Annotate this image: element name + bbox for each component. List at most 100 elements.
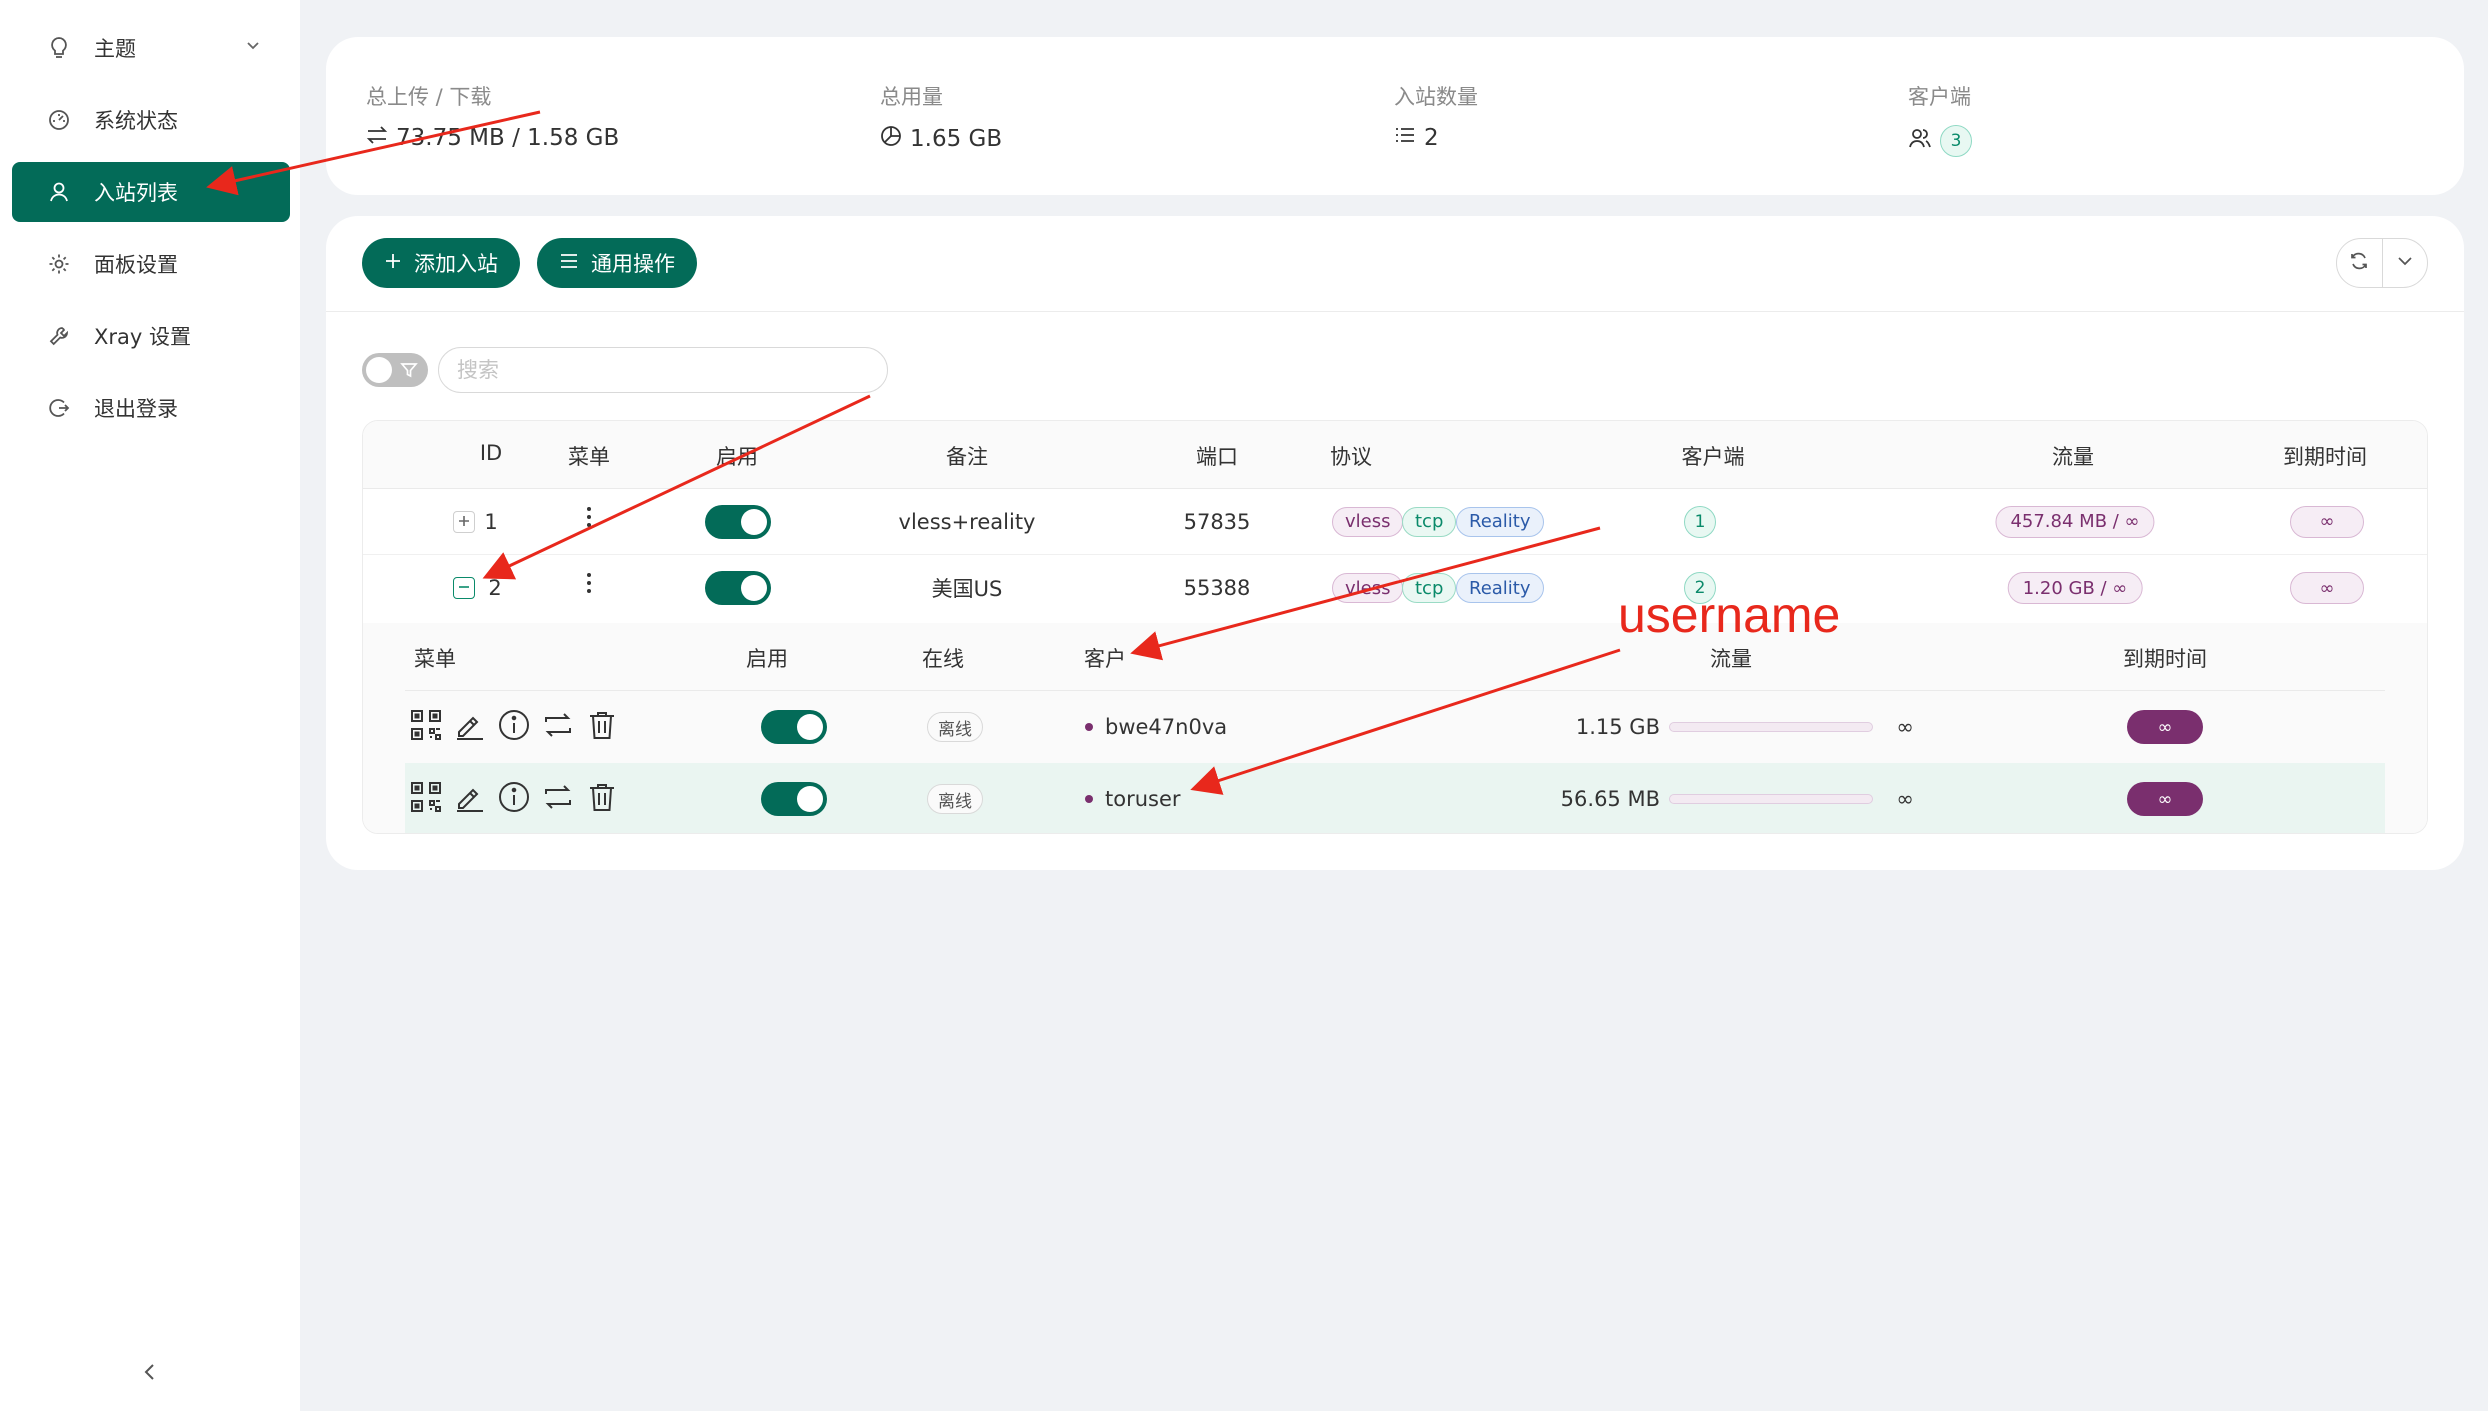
column-header-protocol: 协议 [1330,445,1372,469]
enable-switch[interactable] [705,571,771,605]
row-remark: vless+reality [898,509,1036,534]
sidebar-item-panel-settings[interactable]: 面板设置 [12,234,290,294]
column-header-id: ID [479,441,503,465]
sidebar-item-xray-settings[interactable]: Xray 设置 [12,306,290,366]
column-header-port: 端口 [1196,445,1238,469]
stat-upload-download: 总上传 / 下载 73.75 MB / 1.58 GB [366,81,619,151]
sidebar-item-label: 面板设置 [94,253,178,277]
stat-label: 客户端 [1908,85,1971,109]
filter-toggle[interactable] [362,353,428,387]
toggle-knob [366,357,392,383]
inbounds-table: ID 菜单 启用 备注 端口 协议 客户端 流量 到期时间 1 vless+re… [362,420,2428,834]
expiry-badge: ∞ [2127,710,2203,744]
client-dot [1085,723,1093,731]
chevron-left-icon[interactable] [138,1360,162,1384]
expand-row-button[interactable] [453,511,475,533]
sidebar-item-inbounds[interactable]: 入站列表 [12,162,290,222]
client-traffic: 56.65 MB [1560,787,1660,811]
refresh-button[interactable] [2337,239,2382,287]
filter-icon [400,361,418,383]
general-actions-label: 通用操作 [591,252,675,276]
refresh-icon [2349,251,2369,275]
more-vertical-icon[interactable] [586,571,592,599]
reset-traffic-icon[interactable] [541,780,575,818]
collapse-row-button[interactable] [453,577,475,599]
clients-count-badge: 1 [1684,505,1716,538]
expiry-tag: ∞ [2290,572,2364,604]
tool-icon [46,323,72,349]
expiry-badge: ∞ [2127,782,2203,816]
add-inbound-label: 添加入站 [414,252,498,276]
add-inbound-button[interactable]: 添加入站 [362,238,520,288]
column-header-traffic: 流量 [1710,647,1752,671]
client-actions [409,708,619,746]
inbounds-card: 添加入站 通用操作 ID 菜单 启用 备注 端口 [326,216,2464,870]
stat-total-usage: 总用量 1.65 GB [880,81,1002,153]
delete-icon[interactable] [585,708,619,746]
sidebar-item-label: 系统状态 [94,109,178,133]
enable-switch[interactable] [705,505,771,539]
column-header-menu: 菜单 [568,445,610,469]
switch-knob [741,509,767,535]
edit-icon[interactable] [453,708,487,746]
sidebar-item-label: 退出登录 [94,397,178,421]
more-vertical-icon[interactable] [586,505,592,533]
plus-icon [457,513,471,532]
bulb-icon [46,35,72,61]
row-id: 1 [484,509,498,534]
plus-icon [384,251,402,275]
chevron-down-icon [2396,252,2414,274]
client-enable-switch[interactable] [761,782,827,816]
switch-knob [741,575,767,601]
row-port: 55388 [1183,576,1251,600]
table-header: ID 菜单 启用 备注 端口 协议 客户端 流量 到期时间 [363,421,2427,489]
refresh-button-group [2336,238,2428,288]
expiry-tag: ∞ [2290,505,2364,538]
sidebar-item-theme[interactable]: 主题 [12,18,290,78]
sidebar-item-system-status[interactable]: 系统状态 [12,90,290,150]
info-icon[interactable] [497,708,531,746]
sidebar-item-logout[interactable]: 退出登录 [12,378,290,438]
column-header-expiry: 到期时间 [2283,445,2367,469]
chevron-down-icon[interactable] [244,36,262,60]
client-traffic: 1.15 GB [1575,715,1660,739]
search-input[interactable] [438,347,888,393]
row-id: 2 [488,576,502,600]
switch-knob [797,786,823,812]
info-icon[interactable] [497,780,531,818]
swap-icon [366,125,388,151]
edit-icon[interactable] [453,780,487,818]
qrcode-icon[interactable] [409,780,443,818]
stat-clients: 客户端 3 [1908,81,1972,157]
client-row: 离线 toruser 56.65 MB ∞ ∞ [405,763,2385,833]
refresh-dropdown-button[interactable] [2381,239,2427,287]
qrcode-icon[interactable] [409,708,443,746]
stat-label: 总上传 / 下载 [366,85,492,109]
stat-label: 总用量 [880,85,943,109]
table-row: 2 美国US 55388 vless tcp Reality 2 1.20 GB… [363,555,2427,621]
clients-subtable: 菜单 启用 在线 客户 流量 到期时间 离线 bwe47n0va 1.15 GB… [363,623,2427,833]
delete-icon[interactable] [585,780,619,818]
logout-icon [46,395,72,421]
clients-table-header: 菜单 启用 在线 客户 流量 到期时间 [405,623,2385,691]
stat-value: 73.75 MB / 1.58 GB [396,125,620,151]
column-header-menu: 菜单 [414,647,456,671]
clients-count-badge: 3 [1940,125,1972,157]
switch-knob [797,714,823,740]
client-enable-switch[interactable] [761,710,827,744]
column-header-online: 在线 [922,647,964,671]
traffic-limit: ∞ [1896,787,1914,811]
column-header-enable: 启用 [716,445,758,469]
column-header-client: 客户 [1084,647,1126,671]
stats-card: 总上传 / 下载 73.75 MB / 1.58 GB 总用量 1.65 GB … [326,37,2464,195]
column-header-remark: 备注 [946,445,988,469]
general-actions-button[interactable]: 通用操作 [537,238,697,288]
traffic-tag: 1.20 GB / ∞ [2007,572,2143,604]
user-icon [46,179,72,205]
security-tag: Reality [1456,573,1544,603]
list-icon [1394,125,1416,151]
client-name: toruser [1105,787,1181,811]
protocol-tag: vless [1332,506,1404,537]
reset-traffic-icon[interactable] [541,708,575,746]
protocol-tag: vless [1332,573,1404,603]
